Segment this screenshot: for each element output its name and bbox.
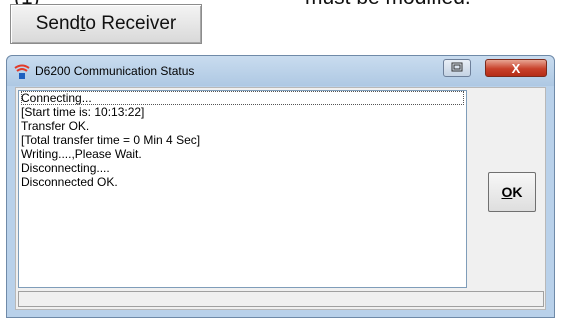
ok-button[interactable]: OK [488,172,536,212]
status-bar [18,291,544,307]
restore-button[interactable] [443,59,471,77]
restore-window-icon [451,59,463,77]
document-fragment-right: must be modified. [305,0,471,10]
log-line: [Start time is: 10:13:22] [21,105,145,119]
close-icon: X [511,60,521,76]
radio-tower-icon [14,64,30,80]
window-title: D6200 Communication Status [35,64,195,78]
ok-label-rest: K [512,184,523,200]
log-line: Writing....,Please Wait. [21,147,142,161]
log-line: Disconnected OK. [21,175,118,189]
log-line: Transfer OK. [21,119,90,133]
status-log[interactable]: Connecting... [Start time is: 10:13:22] Tr… [18,90,467,288]
send-label-before: Send [35,13,81,34]
close-button[interactable]: X [485,59,547,77]
dialog-client-area: Connecting... [Start time is: 10:13:22] Tr… [15,87,546,310]
log-line: Connecting... [21,91,464,105]
send-to-receiver-button[interactable]: Send to Receiver [10,4,202,44]
log-line: [Total transfer time = 0 Min 4 Sec] [21,133,201,147]
send-label-after: o Receiver [85,13,177,34]
title-bar[interactable]: D6200 Communication Status X [7,56,554,86]
log-line: Disconnecting.... [21,161,110,175]
communication-status-window: D6200 Communication Status X Connecting.… [6,55,555,318]
ok-label-mnemonic: O [501,184,513,200]
